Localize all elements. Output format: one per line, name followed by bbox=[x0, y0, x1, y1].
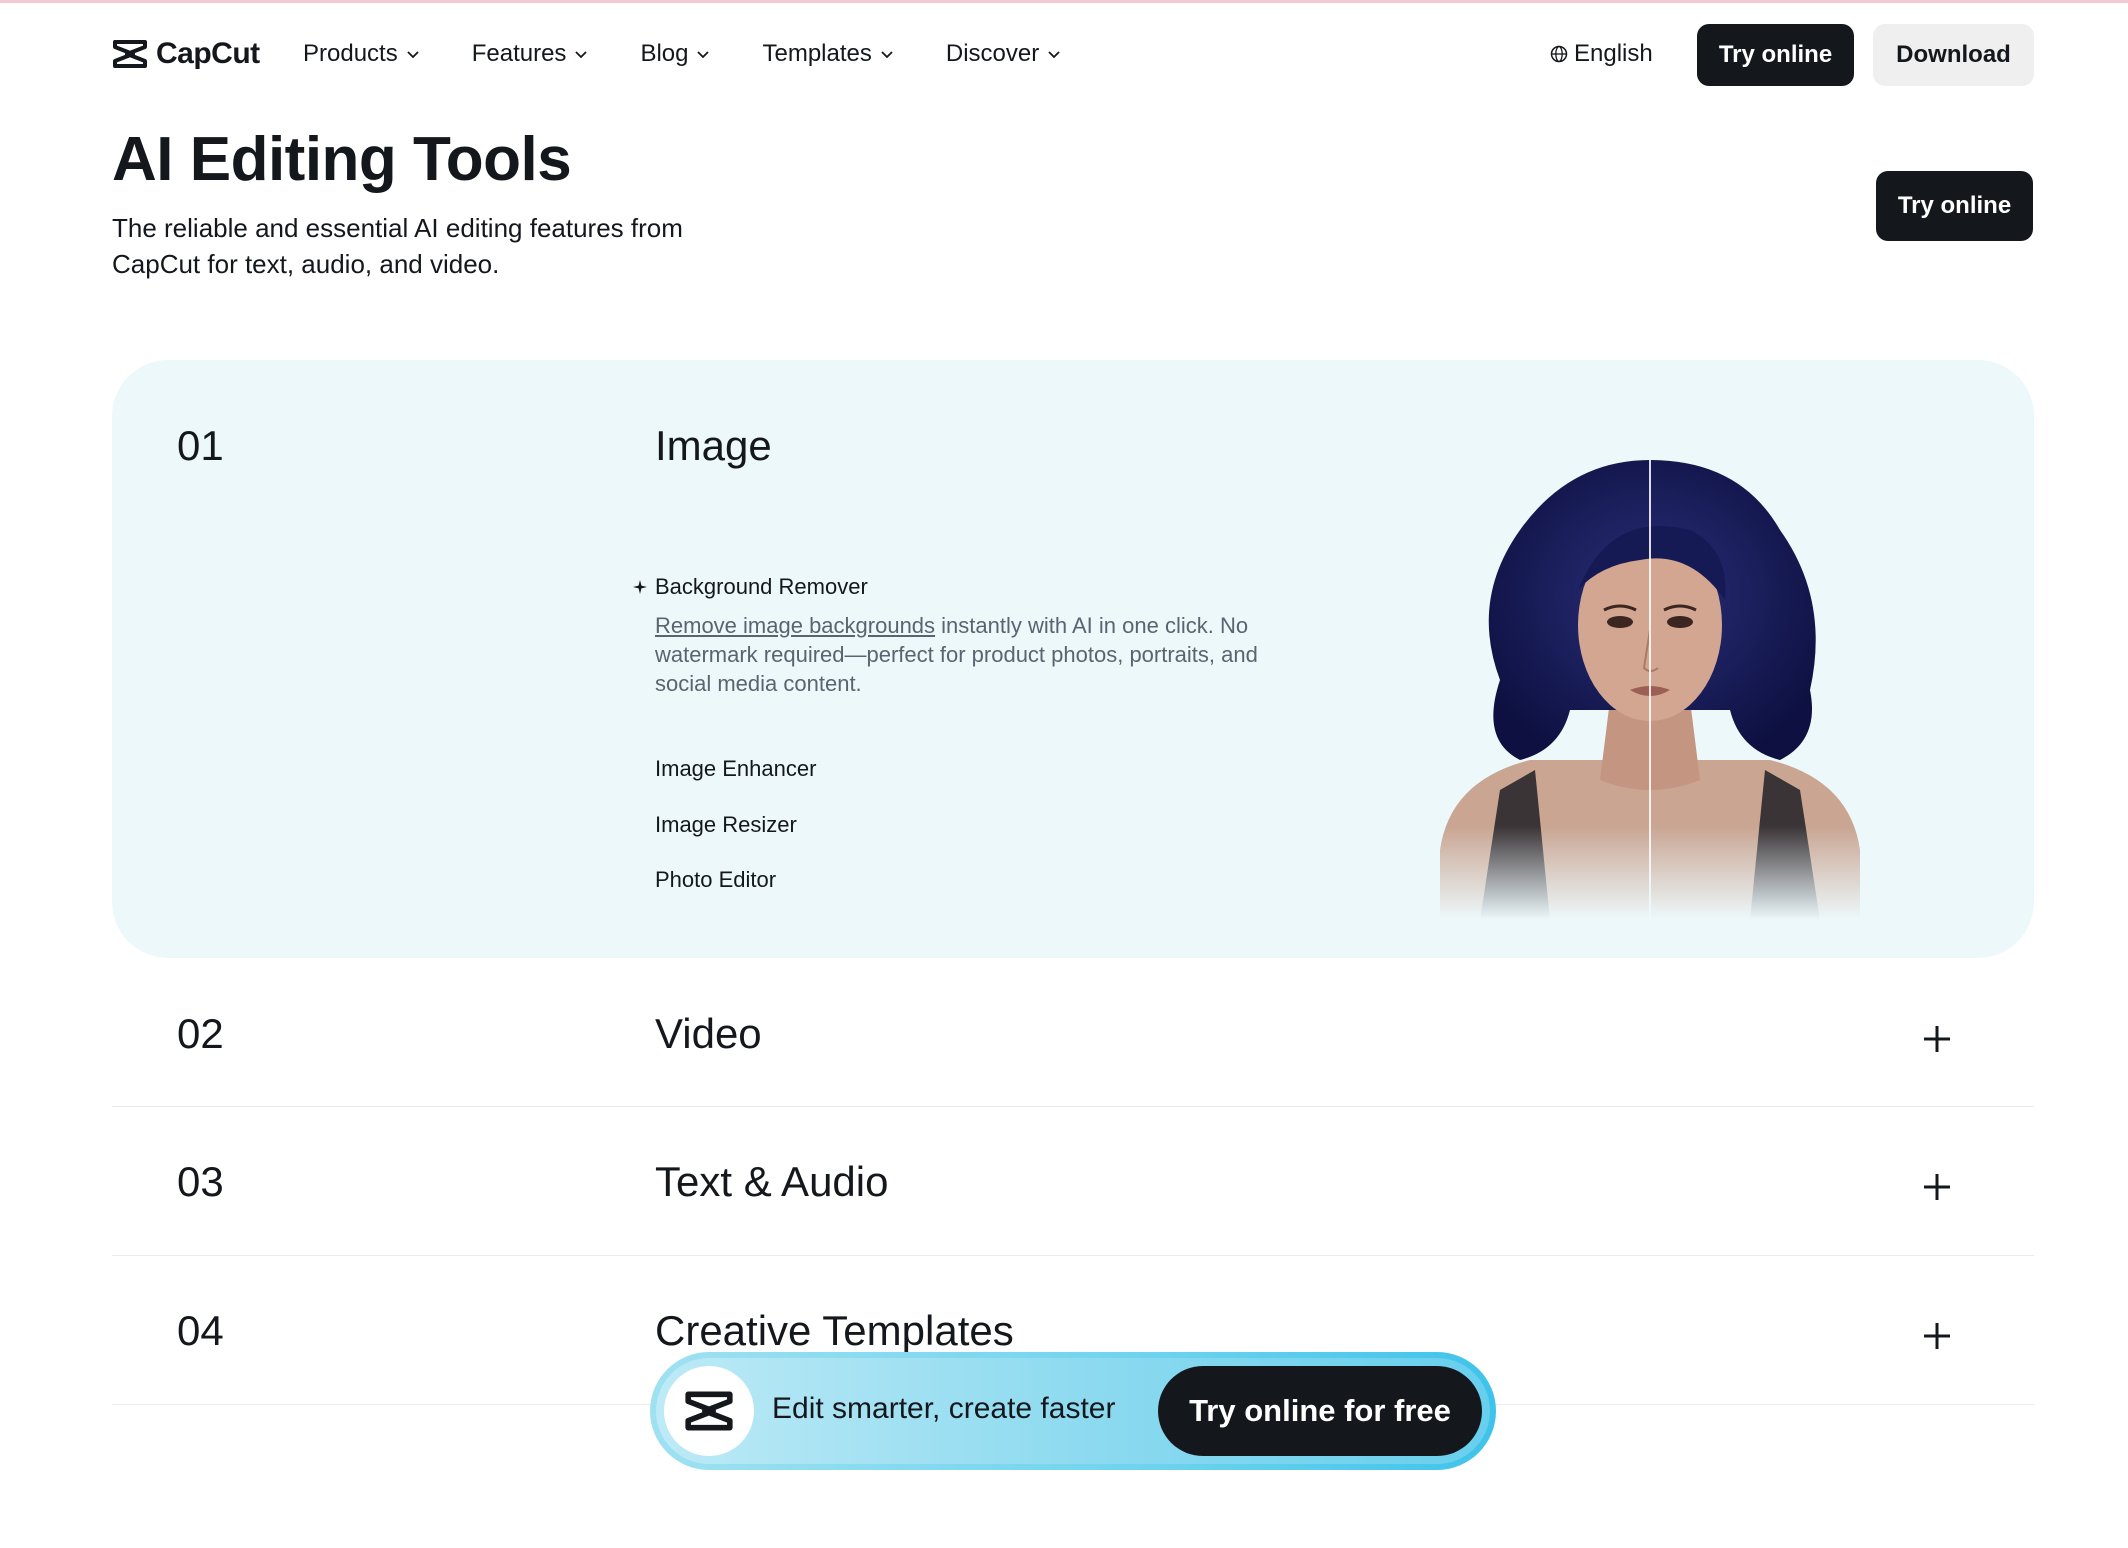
remove-backgrounds-link[interactable]: Remove image backgrounds bbox=[655, 613, 935, 638]
chevron-down-icon bbox=[697, 51, 710, 59]
section-title-video[interactable]: Video bbox=[655, 1010, 762, 1058]
section-number: 01 bbox=[177, 422, 224, 469]
header-try-online-button[interactable]: Try online bbox=[1876, 171, 2033, 241]
expand-plus-icon[interactable] bbox=[1922, 1321, 1952, 1351]
nav-item-label: Products bbox=[303, 40, 398, 67]
feature-image-resizer[interactable]: Image Resizer bbox=[655, 812, 797, 838]
nav-item-features[interactable]: Features bbox=[472, 40, 589, 68]
section-divider bbox=[112, 1255, 2034, 1256]
banner-logo bbox=[664, 1366, 754, 1456]
chevron-down-icon bbox=[1048, 51, 1060, 59]
chevron-down-icon bbox=[575, 51, 588, 59]
feature-image-enhancer[interactable]: Image Enhancer bbox=[655, 756, 816, 782]
nav-item-templates[interactable]: Templates bbox=[762, 40, 893, 68]
section-number: 04 bbox=[177, 1307, 224, 1354]
nav-item-label: Blog bbox=[640, 40, 689, 67]
capcut-logo[interactable]: CapCut bbox=[112, 36, 260, 72]
floating-cta-banner: Edit smarter, create faster Try online f… bbox=[650, 1352, 1496, 1470]
feature-description: Remove image backgrounds instantly with … bbox=[655, 611, 1295, 698]
section-divider bbox=[112, 1106, 2034, 1107]
nav-item-label: Features bbox=[471, 40, 567, 67]
nav-item-label: Templates bbox=[762, 40, 872, 67]
expand-plus-icon[interactable] bbox=[1922, 1024, 1952, 1054]
section-title-creative-templates[interactable]: Creative Templates bbox=[655, 1307, 1014, 1355]
feature-photo-editor[interactable]: Photo Editor bbox=[655, 867, 776, 893]
page-title: AI Editing Tools bbox=[112, 125, 572, 194]
capcut-logo-icon bbox=[113, 40, 147, 68]
brand-name: CapCut bbox=[156, 37, 260, 70]
try-online-button[interactable]: Try online bbox=[1697, 24, 1854, 86]
section-number: 03 bbox=[177, 1158, 224, 1205]
nav-item-label: Discover bbox=[945, 40, 1040, 67]
feature-background-remover[interactable]: Background Remover bbox=[633, 574, 868, 600]
page-subtitle: The reliable and essential AI editing fe… bbox=[112, 213, 683, 279]
portrait-before-after-image bbox=[1440, 450, 1860, 920]
section-title-text-audio[interactable]: Text & Audio bbox=[655, 1158, 888, 1206]
expand-plus-icon[interactable] bbox=[1922, 1172, 1952, 1202]
language-label: English bbox=[1574, 40, 1653, 67]
chevron-down-icon bbox=[881, 51, 893, 59]
nav-item-blog[interactable]: Blog bbox=[640, 40, 710, 68]
section-number: 02 bbox=[177, 1010, 224, 1057]
feature-label: Background Remover bbox=[655, 574, 868, 599]
language-selector[interactable]: English bbox=[1550, 40, 1653, 68]
nav-menu: Products Features Blog Templates Discove… bbox=[303, 40, 1113, 68]
globe-icon bbox=[1550, 45, 1568, 63]
try-online-free-button[interactable]: Try online for free bbox=[1158, 1366, 1482, 1456]
capcut-logo-icon bbox=[685, 1391, 733, 1431]
top-navigation: CapCut Products Features Blog Templates … bbox=[0, 0, 2128, 110]
nav-item-discover[interactable]: Discover bbox=[946, 40, 1061, 68]
nav-item-products[interactable]: Products bbox=[303, 40, 420, 68]
section-title-image[interactable]: Image bbox=[655, 422, 772, 470]
download-button[interactable]: Download bbox=[1873, 24, 2034, 86]
sparkle-icon bbox=[633, 580, 647, 594]
banner-tagline: Edit smarter, create faster bbox=[772, 1392, 1116, 1425]
chevron-down-icon bbox=[407, 51, 419, 59]
